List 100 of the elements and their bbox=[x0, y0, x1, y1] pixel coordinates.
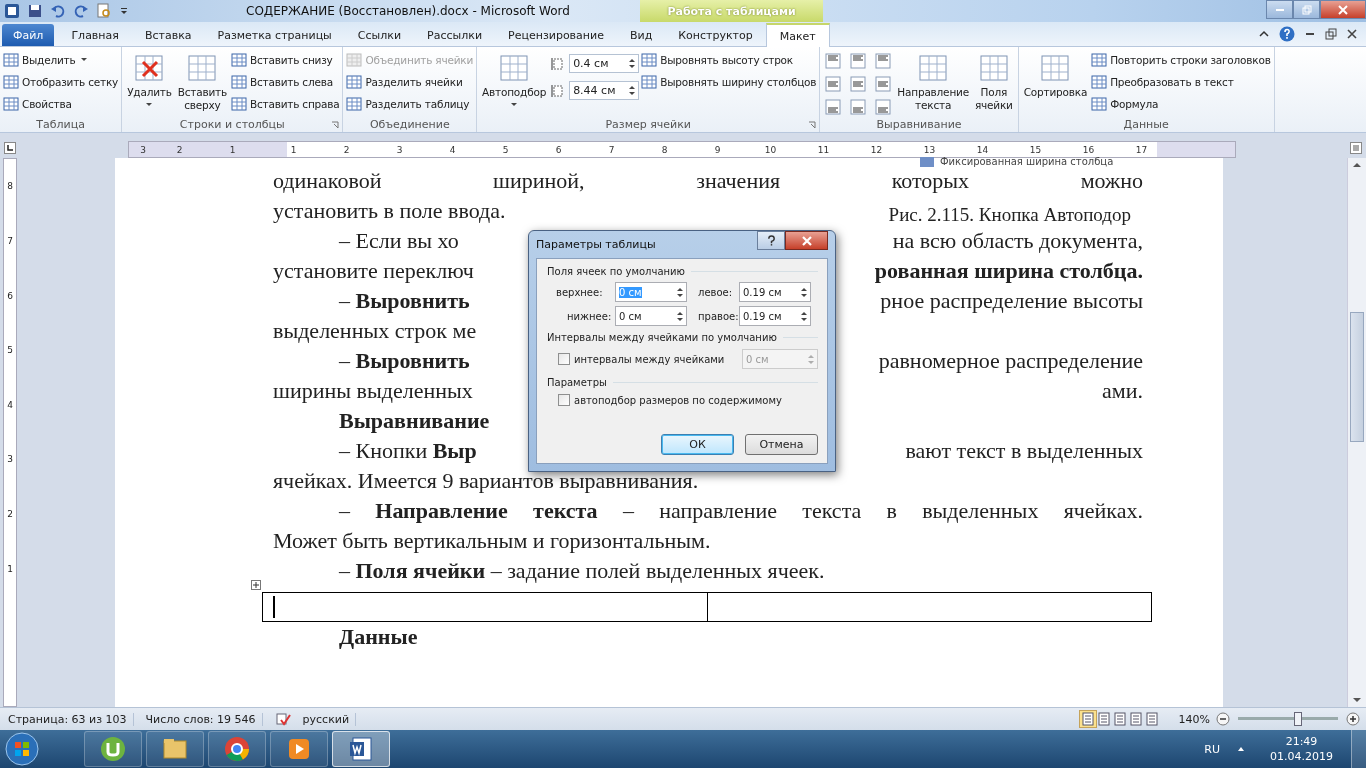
text-line: Данные bbox=[338, 624, 418, 650]
ribbon-tab[interactable]: Разметка страницы bbox=[204, 24, 345, 46]
torrent-app-icon bbox=[99, 735, 127, 763]
close-icon[interactable] bbox=[1346, 28, 1358, 40]
view-mode-icon[interactable] bbox=[1143, 711, 1160, 727]
align-icon[interactable] bbox=[875, 99, 892, 115]
checkbox[interactable] bbox=[558, 394, 570, 406]
ribbon-button[interactable]: Выровнять высоту строк bbox=[641, 51, 817, 69]
ribbon-tab[interactable]: Вставка bbox=[131, 24, 205, 46]
ribbon-button[interactable]: Удалить bbox=[125, 50, 174, 106]
close-button[interactable] bbox=[785, 231, 828, 250]
spin-field[interactable]: 0.4 см bbox=[569, 54, 640, 73]
ruler-number: 2 bbox=[342, 144, 351, 155]
spin-field[interactable]: 8.44 см bbox=[569, 81, 640, 100]
ribbon-button[interactable]: Направление текста bbox=[895, 50, 971, 112]
help-icon bbox=[766, 235, 776, 246]
ribbon-button[interactable]: Поля ячейки bbox=[972, 50, 1015, 112]
minimize-button[interactable] bbox=[1266, 0, 1293, 19]
ribbon-button[interactable]: Отобразить сетку bbox=[3, 73, 119, 91]
ribbon-tab[interactable]: Файл bbox=[2, 24, 55, 46]
undo-icon[interactable] bbox=[50, 3, 66, 19]
ruler-toggle-icon[interactable] bbox=[1350, 142, 1362, 154]
ribbon-tab[interactable]: Макет bbox=[765, 23, 830, 47]
document-table[interactable] bbox=[262, 592, 1152, 622]
dialog-launcher-icon[interactable] bbox=[808, 121, 817, 129]
dialog-button[interactable]: Отмена bbox=[745, 434, 818, 455]
align-icon[interactable] bbox=[825, 99, 842, 115]
ribbon-button[interactable]: Вставить снизу bbox=[230, 51, 340, 69]
table-icon bbox=[186, 52, 219, 84]
taskbar-button[interactable] bbox=[146, 731, 204, 767]
view-mode-icon[interactable] bbox=[1095, 711, 1112, 727]
dialog-launcher-icon[interactable] bbox=[331, 121, 340, 129]
spin-field[interactable]: 0.19 см bbox=[739, 306, 811, 326]
taskbar-button[interactable] bbox=[84, 731, 142, 767]
align-icon[interactable] bbox=[875, 53, 892, 69]
vertical-scrollbar[interactable] bbox=[1347, 158, 1366, 707]
ribbon-button[interactable]: Свойства bbox=[3, 95, 119, 113]
ribbon-button[interactable]: Автоподбор bbox=[480, 50, 549, 106]
save-icon[interactable] bbox=[27, 3, 43, 19]
view-mode-icon[interactable] bbox=[1127, 711, 1144, 727]
ribbon-tab[interactable]: Ссылки bbox=[344, 24, 415, 46]
view-mode-icon[interactable] bbox=[1111, 711, 1128, 727]
close-button[interactable] bbox=[1320, 0, 1366, 19]
ribbon-tab[interactable]: Рецензирование bbox=[495, 24, 617, 46]
table-move-handle-icon[interactable] bbox=[251, 580, 261, 590]
input-language[interactable]: RU bbox=[1204, 742, 1220, 756]
ribbon-tab[interactable]: Главная bbox=[58, 24, 132, 46]
ribbon-button[interactable]: Выровнять ширину столбцов bbox=[641, 73, 817, 91]
dialog-button[interactable]: ОК bbox=[661, 434, 734, 455]
page-count[interactable]: Страница: 63 из 103 bbox=[0, 712, 134, 726]
ribbon-button[interactable]: Сортировка bbox=[1021, 50, 1090, 99]
spelling-check-icon[interactable] bbox=[274, 711, 291, 727]
clock-date[interactable]: 01.04.2019 bbox=[1270, 749, 1333, 764]
ribbon-tab[interactable]: Конструктор bbox=[665, 24, 766, 46]
show-desktop-button[interactable] bbox=[1351, 730, 1366, 768]
table-icon bbox=[346, 96, 363, 112]
align-icon[interactable] bbox=[850, 99, 867, 115]
align-icon[interactable] bbox=[850, 53, 867, 69]
view-mode-icon[interactable] bbox=[1079, 711, 1096, 727]
ribbon-tab[interactable]: Рассылки bbox=[414, 24, 496, 46]
caret-icon bbox=[81, 57, 88, 61]
align-icon[interactable] bbox=[825, 76, 842, 92]
zoom-in-icon[interactable] bbox=[1346, 712, 1360, 726]
ribbon-button[interactable]: Вставить сверху bbox=[175, 50, 229, 112]
customize-caret-icon[interactable] bbox=[119, 6, 129, 16]
restore-button[interactable] bbox=[1293, 0, 1320, 19]
spin-field[interactable]: 0.19 см bbox=[739, 282, 811, 302]
horizontal-ruler[interactable]: 3 2 1 1 2 3 4 5 6 7 8 9 10 11 12 13 14 15 16 17 bbox=[128, 141, 1236, 158]
word-count[interactable]: Число слов: 19 546 bbox=[139, 712, 263, 726]
align-icon[interactable] bbox=[875, 76, 892, 92]
print-preview-icon[interactable] bbox=[96, 3, 112, 19]
help-button[interactable] bbox=[757, 231, 785, 250]
clock-time[interactable]: 21:49 bbox=[1285, 734, 1318, 749]
ruler-number: 3 bbox=[139, 144, 147, 155]
field-label: нижнее: bbox=[566, 310, 613, 322]
help-icon[interactable] bbox=[1279, 26, 1295, 42]
tab-selector-icon[interactable] bbox=[4, 142, 16, 154]
spin-field[interactable]: 0 см bbox=[615, 306, 687, 326]
ribbon-button[interactable]: Вставить слева bbox=[230, 73, 340, 91]
restore-icon[interactable] bbox=[1325, 28, 1337, 40]
ribbon-button[interactable]: Разделить ячейки bbox=[346, 73, 474, 91]
ribbon-tab[interactable]: Вид bbox=[616, 24, 666, 46]
start-orb-icon[interactable] bbox=[4, 731, 40, 767]
text-line: – Кнопки Выр bbox=[338, 438, 477, 464]
ribbon-button[interactable]: Повторить строки заголовков bbox=[1091, 51, 1271, 69]
ribbon-button[interactable]: Разделить таблицу bbox=[346, 95, 474, 113]
align-icon[interactable] bbox=[850, 76, 867, 92]
ribbon-button[interactable]: Формула bbox=[1091, 95, 1271, 113]
redo-icon[interactable] bbox=[73, 3, 89, 19]
word-app-icon bbox=[4, 3, 20, 19]
taskbar-button[interactable] bbox=[208, 731, 266, 767]
align-icon[interactable] bbox=[825, 53, 842, 69]
taskbar-button[interactable] bbox=[332, 731, 390, 767]
taskbar-button[interactable] bbox=[270, 731, 328, 767]
zoom-level[interactable]: 140% bbox=[1178, 712, 1210, 726]
zoom-out-icon[interactable] bbox=[1216, 712, 1230, 726]
ribbon-button[interactable]: Вставить справа bbox=[230, 95, 340, 113]
language-indicator[interactable]: русский bbox=[296, 712, 357, 726]
ribbon-button[interactable]: Выделить bbox=[3, 51, 119, 69]
ribbon-button[interactable]: Преобразовать в текст bbox=[1091, 73, 1271, 91]
